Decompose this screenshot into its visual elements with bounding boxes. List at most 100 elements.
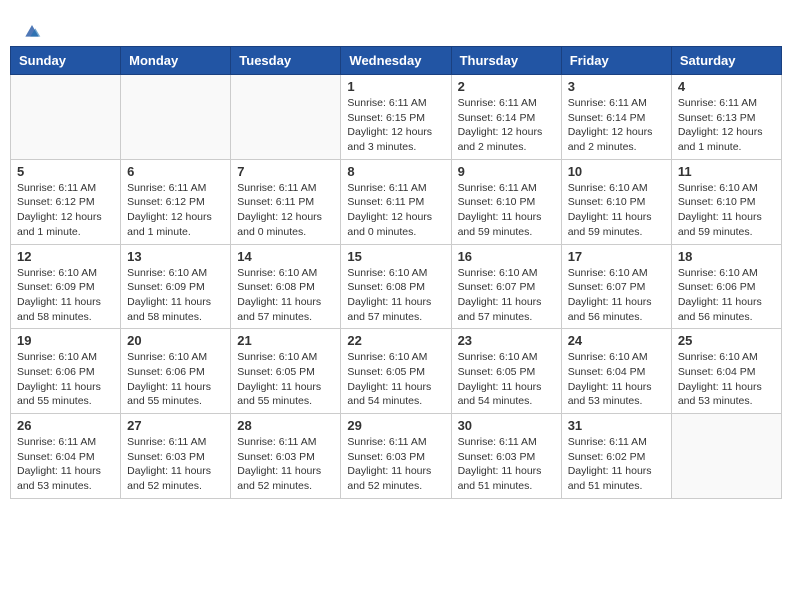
day-number: 24	[568, 333, 665, 348]
day-info: Sunrise: 6:10 AM Sunset: 6:09 PM Dayligh…	[127, 266, 224, 325]
day-info: Sunrise: 6:11 AM Sunset: 6:10 PM Dayligh…	[458, 181, 555, 240]
day-cell: 10 Sunrise: 6:10 AM Sunset: 6:10 PM Dayli…	[561, 159, 671, 244]
column-header-tuesday: Tuesday	[231, 47, 341, 75]
day-cell	[671, 414, 781, 499]
day-number: 18	[678, 249, 775, 264]
page-header	[10, 10, 782, 41]
day-number: 2	[458, 79, 555, 94]
day-cell: 17Sunrise: 6:10 AM Sunset: 6:07 PM Dayli…	[561, 244, 671, 329]
day-number: 15	[347, 249, 444, 264]
day-number: 31	[568, 418, 665, 433]
day-info: Sunrise: 6:10 AM Sunset: 6:05 PM Dayligh…	[347, 350, 444, 409]
day-number: 11	[678, 164, 775, 179]
day-info: Sunrise: 6:11 AM Sunset: 6:03 PM Dayligh…	[237, 435, 334, 494]
day-cell: 20Sunrise: 6:10 AM Sunset: 6:06 PM Dayli…	[121, 329, 231, 414]
column-header-saturday: Saturday	[671, 47, 781, 75]
day-info: Sunrise: 6:10 AM Sunset: 6:09 PM Dayligh…	[17, 266, 114, 325]
day-cell: 6 Sunrise: 6:11 AM Sunset: 6:12 PM Daylig…	[121, 159, 231, 244]
day-number: 14	[237, 249, 334, 264]
day-number: 26	[17, 418, 114, 433]
day-number: 10	[568, 164, 665, 179]
day-cell: 1Sunrise: 6:11 AM Sunset: 6:15 PM Daylig…	[341, 75, 451, 160]
day-number: 30	[458, 418, 555, 433]
day-number: 29	[347, 418, 444, 433]
day-cell: 31 Sunrise: 6:11 AM Sunset: 6:02 PM Dayli…	[561, 414, 671, 499]
day-info: Sunrise: 6:10 AM Sunset: 6:06 PM Dayligh…	[17, 350, 114, 409]
day-cell: 19 Sunrise: 6:10 AM Sunset: 6:06 PM Dayli…	[11, 329, 121, 414]
day-number: 21	[237, 333, 334, 348]
day-info: Sunrise: 6:11 AM Sunset: 6:11 PM Dayligh…	[237, 181, 334, 240]
day-number: 7	[237, 164, 334, 179]
day-number: 23	[458, 333, 555, 348]
day-cell: 21 Sunrise: 6:10 AM Sunset: 6:05 PM Dayli…	[231, 329, 341, 414]
column-header-monday: Monday	[121, 47, 231, 75]
week-row-5: 26 Sunrise: 6:11 AM Sunset: 6:04 PM Dayli…	[11, 414, 782, 499]
day-info: Sunrise: 6:10 AM Sunset: 6:04 PM Dayligh…	[568, 350, 665, 409]
day-info: Sunrise: 6:11 AM Sunset: 6:12 PM Dayligh…	[127, 181, 224, 240]
day-number: 6	[127, 164, 224, 179]
day-cell	[121, 75, 231, 160]
day-cell: 9 Sunrise: 6:11 AM Sunset: 6:10 PM Daylig…	[451, 159, 561, 244]
column-header-friday: Friday	[561, 47, 671, 75]
week-row-3: 12 Sunrise: 6:10 AM Sunset: 6:09 PM Dayli…	[11, 244, 782, 329]
day-info: Sunrise: 6:10 AM Sunset: 6:08 PM Dayligh…	[347, 266, 444, 325]
day-info: Sunrise: 6:11 AM Sunset: 6:02 PM Dayligh…	[568, 435, 665, 494]
day-info: Sunrise: 6:11 AM Sunset: 6:03 PM Dayligh…	[347, 435, 444, 494]
day-info: Sunrise: 6:10 AM Sunset: 6:10 PM Dayligh…	[678, 181, 775, 240]
day-cell: 7 Sunrise: 6:11 AM Sunset: 6:11 PM Daylig…	[231, 159, 341, 244]
day-info: Sunrise: 6:10 AM Sunset: 6:08 PM Dayligh…	[237, 266, 334, 325]
day-cell: 3 Sunrise: 6:11 AM Sunset: 6:14 PM Daylig…	[561, 75, 671, 160]
day-cell: 16Sunrise: 6:10 AM Sunset: 6:07 PM Dayli…	[451, 244, 561, 329]
column-header-wednesday: Wednesday	[341, 47, 451, 75]
day-info: Sunrise: 6:10 AM Sunset: 6:05 PM Dayligh…	[458, 350, 555, 409]
day-cell: 2 Sunrise: 6:11 AM Sunset: 6:14 PM Daylig…	[451, 75, 561, 160]
day-cell	[11, 75, 121, 160]
day-cell: 15 Sunrise: 6:10 AM Sunset: 6:08 PM Dayli…	[341, 244, 451, 329]
column-header-sunday: Sunday	[11, 47, 121, 75]
day-cell: 4 Sunrise: 6:11 AM Sunset: 6:13 PM Daylig…	[671, 75, 781, 160]
day-cell: 5 Sunrise: 6:11 AM Sunset: 6:12 PM Daylig…	[11, 159, 121, 244]
header-row: SundayMondayTuesdayWednesdayThursdayFrid…	[11, 47, 782, 75]
day-info: Sunrise: 6:11 AM Sunset: 6:14 PM Dayligh…	[458, 96, 555, 155]
week-row-1: 1Sunrise: 6:11 AM Sunset: 6:15 PM Daylig…	[11, 75, 782, 160]
day-number: 19	[17, 333, 114, 348]
day-number: 25	[678, 333, 775, 348]
day-info: Sunrise: 6:10 AM Sunset: 6:06 PM Dayligh…	[678, 266, 775, 325]
day-number: 3	[568, 79, 665, 94]
day-number: 1	[347, 79, 444, 94]
day-number: 17	[568, 249, 665, 264]
day-cell: 12 Sunrise: 6:10 AM Sunset: 6:09 PM Dayli…	[11, 244, 121, 329]
day-info: Sunrise: 6:11 AM Sunset: 6:12 PM Dayligh…	[17, 181, 114, 240]
day-info: Sunrise: 6:10 AM Sunset: 6:05 PM Dayligh…	[237, 350, 334, 409]
day-number: 5	[17, 164, 114, 179]
day-info: Sunrise: 6:11 AM Sunset: 6:04 PM Dayligh…	[17, 435, 114, 494]
day-cell: 8 Sunrise: 6:11 AM Sunset: 6:11 PM Daylig…	[341, 159, 451, 244]
day-cell: 22 Sunrise: 6:10 AM Sunset: 6:05 PM Dayli…	[341, 329, 451, 414]
day-cell: 28Sunrise: 6:11 AM Sunset: 6:03 PM Dayli…	[231, 414, 341, 499]
logo-icon	[22, 20, 42, 40]
day-info: Sunrise: 6:11 AM Sunset: 6:13 PM Dayligh…	[678, 96, 775, 155]
day-number: 12	[17, 249, 114, 264]
day-number: 16	[458, 249, 555, 264]
day-cell: 14 Sunrise: 6:10 AM Sunset: 6:08 PM Dayli…	[231, 244, 341, 329]
day-info: Sunrise: 6:10 AM Sunset: 6:10 PM Dayligh…	[568, 181, 665, 240]
day-info: Sunrise: 6:11 AM Sunset: 6:03 PM Dayligh…	[458, 435, 555, 494]
day-info: Sunrise: 6:11 AM Sunset: 6:14 PM Dayligh…	[568, 96, 665, 155]
day-info: Sunrise: 6:10 AM Sunset: 6:04 PM Dayligh…	[678, 350, 775, 409]
logo	[20, 20, 42, 36]
day-number: 8	[347, 164, 444, 179]
day-number: 20	[127, 333, 224, 348]
day-cell: 11 Sunrise: 6:10 AM Sunset: 6:10 PM Dayli…	[671, 159, 781, 244]
day-number: 22	[347, 333, 444, 348]
day-cell: 25 Sunrise: 6:10 AM Sunset: 6:04 PM Dayli…	[671, 329, 781, 414]
calendar-table: SundayMondayTuesdayWednesdayThursdayFrid…	[10, 46, 782, 499]
day-cell: 18 Sunrise: 6:10 AM Sunset: 6:06 PM Dayli…	[671, 244, 781, 329]
day-number: 9	[458, 164, 555, 179]
day-cell: 24 Sunrise: 6:10 AM Sunset: 6:04 PM Dayli…	[561, 329, 671, 414]
day-number: 27	[127, 418, 224, 433]
day-number: 4	[678, 79, 775, 94]
day-cell: 30 Sunrise: 6:11 AM Sunset: 6:03 PM Dayli…	[451, 414, 561, 499]
day-info: Sunrise: 6:11 AM Sunset: 6:03 PM Dayligh…	[127, 435, 224, 494]
day-info: Sunrise: 6:11 AM Sunset: 6:11 PM Dayligh…	[347, 181, 444, 240]
day-cell	[231, 75, 341, 160]
